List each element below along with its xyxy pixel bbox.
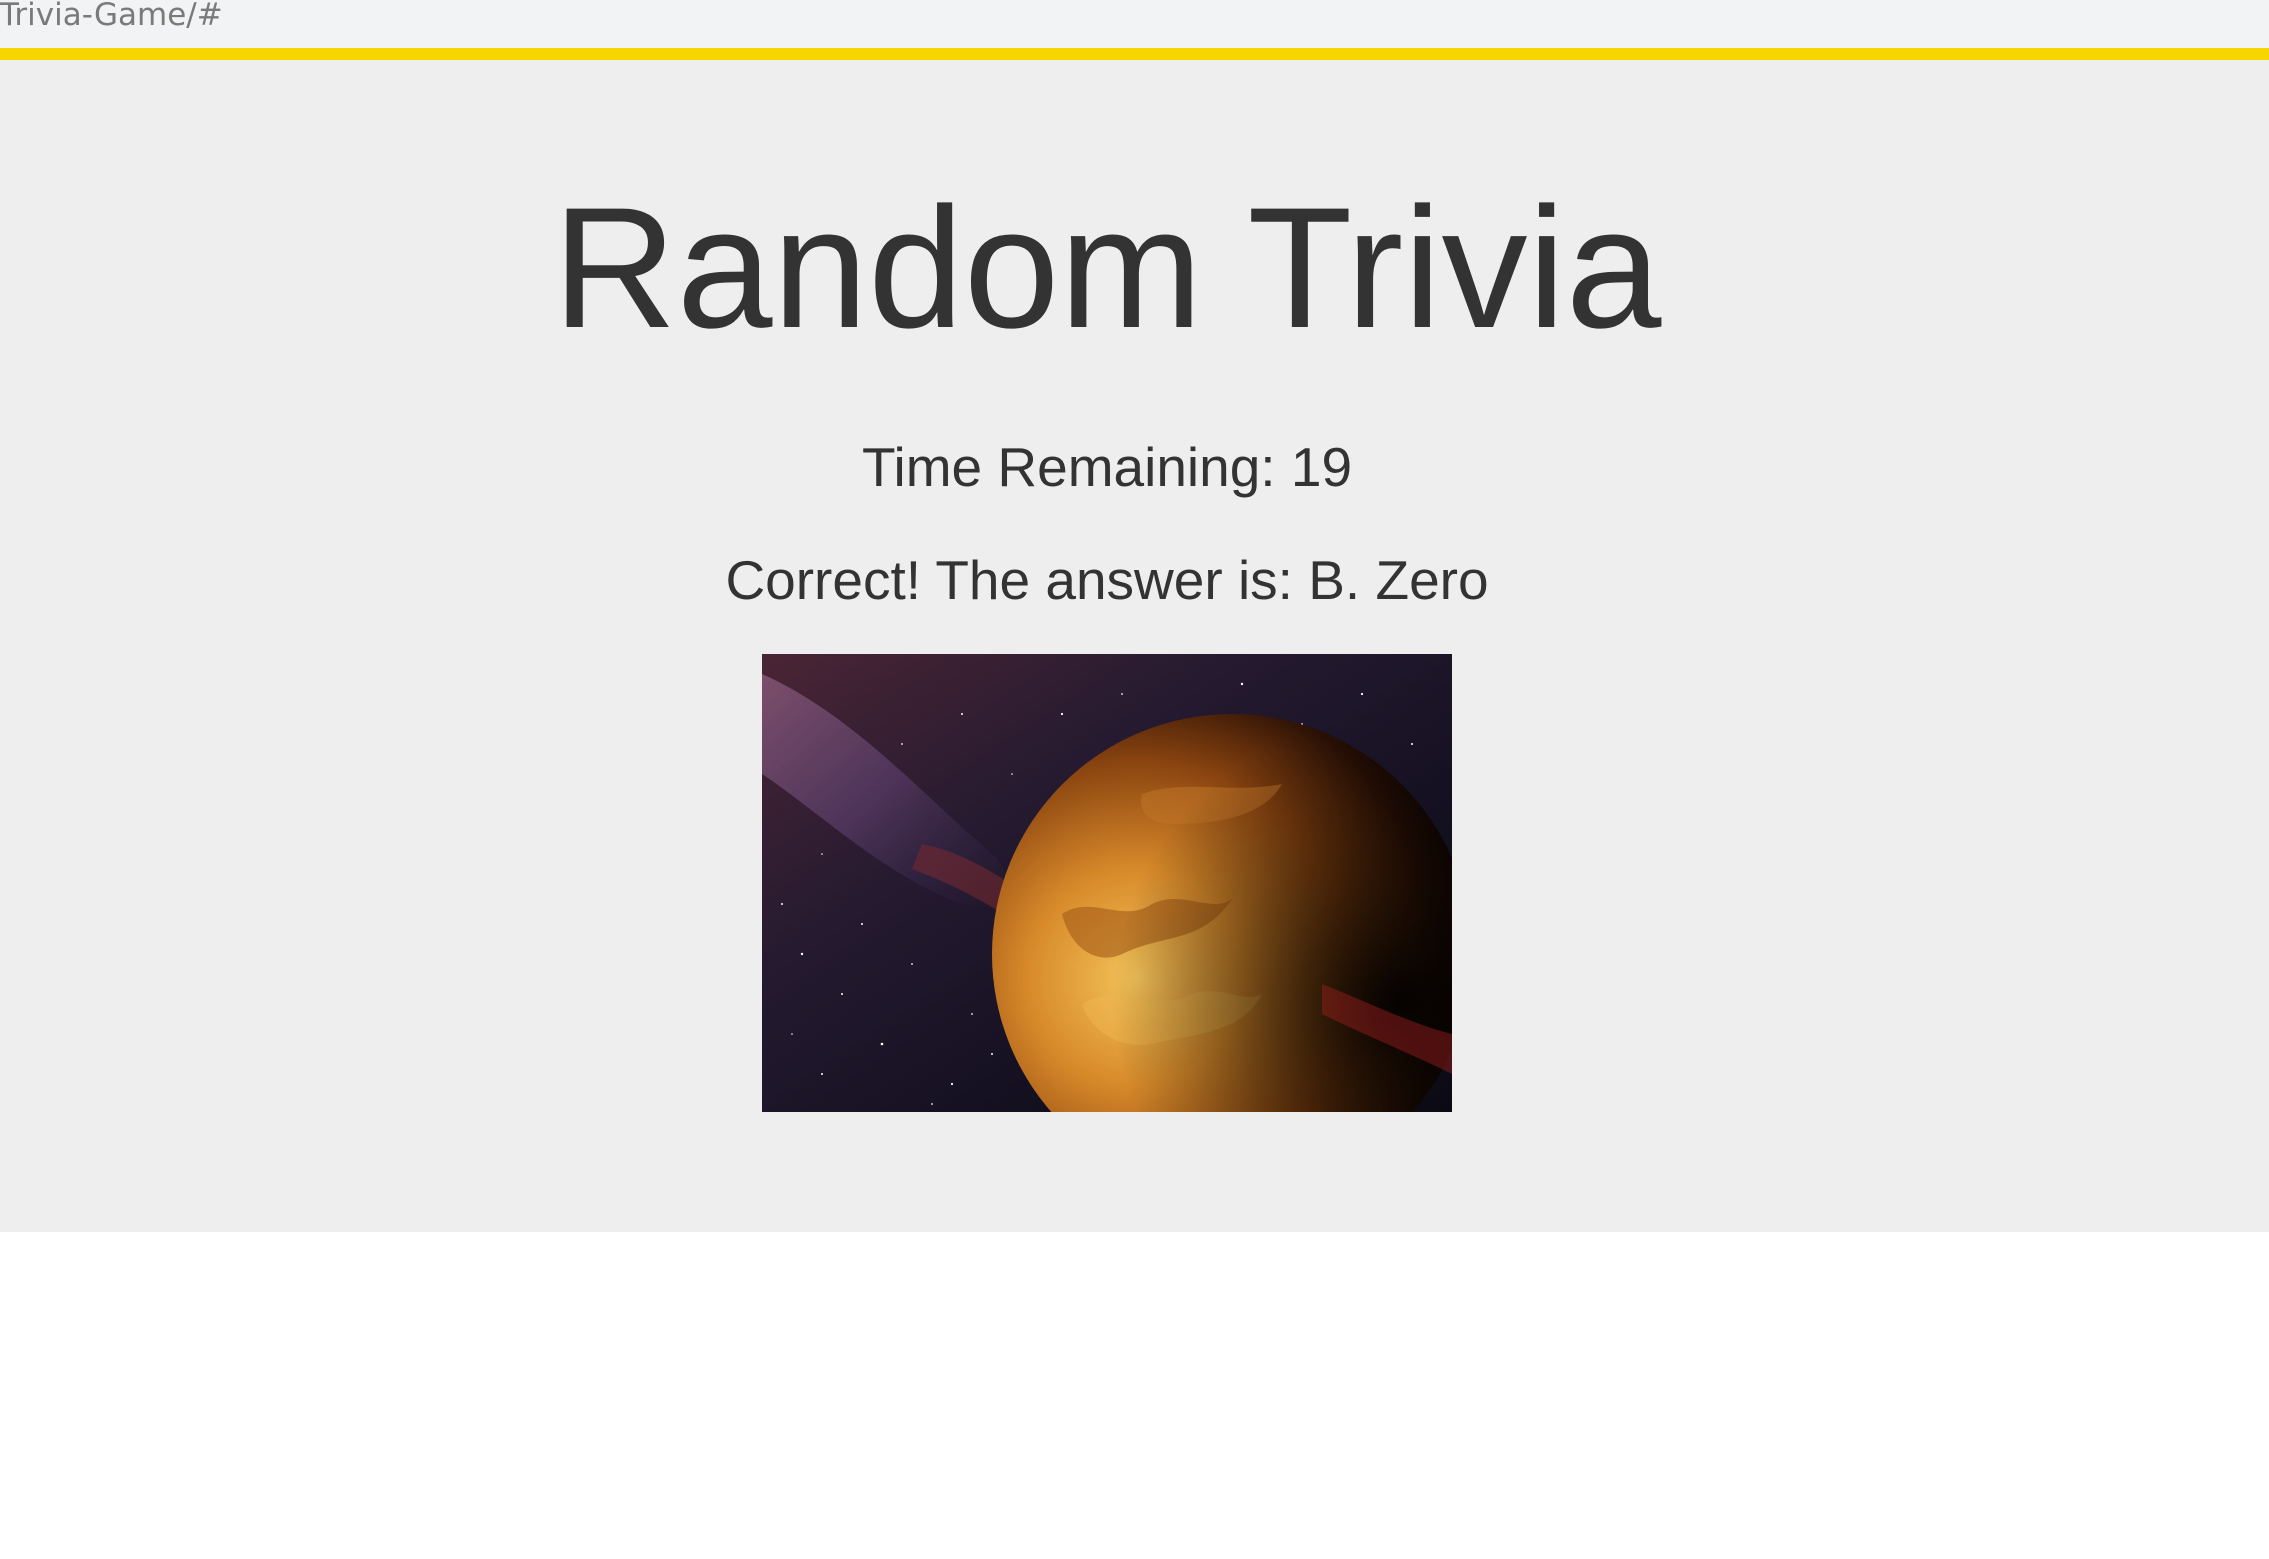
- timer-label: Time Remaining:: [861, 436, 1291, 498]
- address-bar[interactable]: Trivia-Game/#: [0, 0, 2269, 48]
- accent-divider: [0, 48, 2269, 60]
- timer-value: 19: [1290, 436, 1353, 498]
- page-title: Random Trivia: [552, 172, 1662, 364]
- page-footer-area: [0, 1232, 2269, 1559]
- address-url[interactable]: Trivia-Game/#: [0, 0, 223, 31]
- planet-image: [762, 654, 1452, 1112]
- answer-result-message: Correct! The answer is: B. Zero: [725, 549, 1489, 611]
- time-remaining: Time Remaining: 19: [0, 432, 2214, 502]
